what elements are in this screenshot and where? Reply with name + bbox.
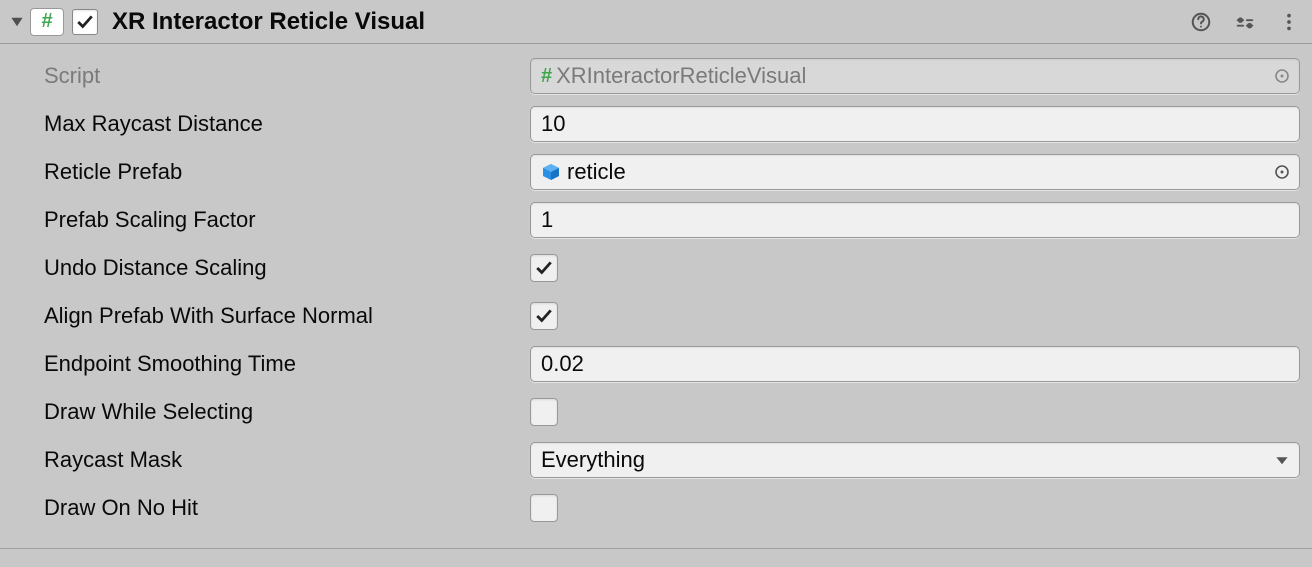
label-draw-while-selecting: Draw While Selecting [44, 399, 522, 425]
component-title: XR Interactor Reticle Visual [112, 8, 1188, 36]
component-body: Script # XRInteractorReticleVisual Max R… [0, 44, 1312, 548]
hash-icon: # [541, 65, 552, 88]
object-picker-icon[interactable] [1271, 161, 1293, 183]
menu-icon[interactable] [1276, 9, 1302, 35]
row-align-prefab-with-surface-normal: Align Prefab With Surface Normal [44, 292, 1300, 340]
dropdown-raycast-mask[interactable]: Everything [530, 442, 1300, 478]
row-script: Script # XRInteractorReticleVisual [44, 52, 1300, 100]
label-undo-distance-scaling: Undo Distance Scaling [44, 255, 522, 281]
label-max-raycast-distance: Max Raycast Distance [44, 111, 522, 137]
script-name: XRInteractorReticleVisual [556, 63, 806, 89]
component-inspector: # XR Interactor Reticle Visual Script # [0, 0, 1312, 549]
raycast-mask-value: Everything [541, 447, 645, 473]
reticle-prefab-name: reticle [567, 159, 626, 185]
component-enabled-checkbox[interactable] [72, 9, 98, 35]
label-align-prefab: Align Prefab With Surface Normal [44, 303, 522, 329]
label-raycast-mask: Raycast Mask [44, 447, 522, 473]
script-field: # XRInteractorReticleVisual [530, 58, 1300, 94]
component-header: # XR Interactor Reticle Visual [0, 0, 1312, 44]
label-prefab-scaling-factor: Prefab Scaling Factor [44, 207, 522, 233]
row-undo-distance-scaling: Undo Distance Scaling [44, 244, 1300, 292]
presets-icon[interactable] [1232, 9, 1258, 35]
input-max-raycast-distance[interactable]: 10 [530, 106, 1300, 142]
row-draw-while-selecting: Draw While Selecting [44, 388, 1300, 436]
input-endpoint-smoothing-time[interactable]: 0.02 [530, 346, 1300, 382]
input-prefab-scaling-factor[interactable]: 1 [530, 202, 1300, 238]
prefab-icon [541, 162, 561, 182]
foldout-toggle[interactable] [8, 13, 26, 31]
row-draw-on-no-hit: Draw On No Hit [44, 484, 1300, 532]
chevron-down-icon [1275, 447, 1289, 473]
row-raycast-mask: Raycast Mask Everything [44, 436, 1300, 484]
row-max-raycast-distance: Max Raycast Distance 10 [44, 100, 1300, 148]
help-icon[interactable] [1188, 9, 1214, 35]
label-script: Script [44, 63, 522, 89]
label-reticle-prefab: Reticle Prefab [44, 159, 522, 185]
object-picker-icon [1271, 65, 1293, 87]
row-reticle-prefab: Reticle Prefab reticle [44, 148, 1300, 196]
script-icon: # [30, 8, 64, 36]
checkbox-align-prefab[interactable] [530, 302, 558, 330]
checkbox-undo-distance-scaling[interactable] [530, 254, 558, 282]
label-draw-on-no-hit: Draw On No Hit [44, 495, 522, 521]
row-prefab-scaling-factor: Prefab Scaling Factor 1 [44, 196, 1300, 244]
label-endpoint-smoothing-time: Endpoint Smoothing Time [44, 351, 522, 377]
field-reticle-prefab[interactable]: reticle [530, 154, 1300, 190]
checkbox-draw-on-no-hit[interactable] [530, 494, 558, 522]
row-endpoint-smoothing-time: Endpoint Smoothing Time 0.02 [44, 340, 1300, 388]
header-icons [1188, 9, 1302, 35]
checkbox-draw-while-selecting[interactable] [530, 398, 558, 426]
